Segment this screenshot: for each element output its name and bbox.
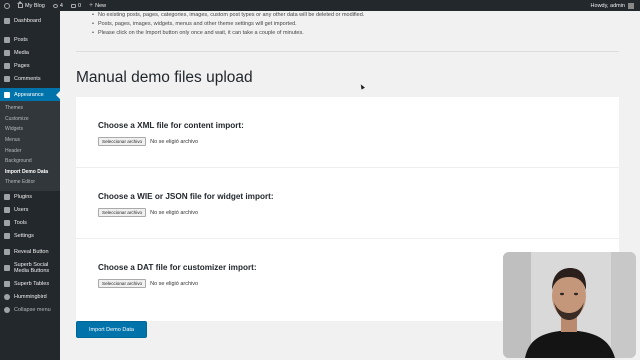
sidebar-item-settings[interactable]: Settings (0, 230, 60, 243)
admin-sidebar: Dashboard Posts Media Pages Comments App… (0, 11, 60, 360)
plus-icon: + (89, 2, 94, 9)
wordpress-logo-button[interactable] (0, 0, 14, 11)
sidebar-item-plugins[interactable]: Plugins (0, 191, 60, 204)
reveal-icon (4, 249, 10, 256)
submenu-item-themes[interactable]: Themes (0, 103, 60, 114)
comment-icon (70, 3, 76, 8)
sidebar-item-posts[interactable]: Posts (0, 33, 60, 46)
comments-icon (4, 75, 10, 82)
section-heading: Choose a DAT file for customizer import: (98, 263, 257, 272)
sidebar-item-superb-tables[interactable]: Superb Tables (0, 278, 60, 291)
hummingbird-icon (4, 294, 10, 301)
note-item: Please click on the Import button only o… (92, 29, 364, 38)
tables-icon (4, 281, 10, 288)
account-menu[interactable]: Howdy, admin (591, 0, 634, 11)
submenu-item-background[interactable]: Background (0, 156, 60, 167)
import-notes: No existing posts, pages, categories, im… (92, 11, 364, 38)
social-icon (4, 265, 10, 272)
page-title: Manual demo files upload (76, 69, 253, 86)
submenu-item-widgets[interactable]: Widgets (0, 124, 60, 135)
plugins-icon (4, 194, 10, 201)
updates-link[interactable]: 4 (49, 0, 67, 11)
section-heading: Choose a XML file for content import: (98, 121, 244, 130)
widget-import-section: Choose a WIE or JSON file for widget imp… (76, 168, 619, 239)
import-demo-data-button[interactable]: Import Demo Data (76, 321, 147, 338)
dashboard-icon (4, 17, 10, 24)
section-heading: Choose a WIE or JSON file for widget imp… (98, 192, 274, 201)
choose-file-button[interactable]: Seleccionar archivo (98, 279, 147, 288)
site-name-link[interactable]: My Blog (14, 0, 49, 11)
submenu-item-theme-editor[interactable]: Theme Editor (0, 177, 60, 188)
appearance-icon (4, 91, 10, 98)
greeting-text: Howdy, admin (590, 2, 625, 9)
content-file-input[interactable]: Seleccionar archivo No se eligió archivo (98, 137, 198, 146)
avatar (628, 2, 634, 9)
sidebar-item-appearance[interactable]: Appearance (0, 88, 60, 101)
file-status: No se eligió archivo (150, 209, 199, 216)
note-item: Posts, pages, images, widgets, menus and… (92, 20, 364, 29)
file-status: No se eligió archivo (150, 280, 199, 287)
sidebar-item-tools[interactable]: Tools (0, 217, 60, 230)
posts-icon (4, 36, 10, 43)
media-icon (4, 49, 10, 56)
submenu-item-customize[interactable]: Customize (0, 114, 60, 125)
new-content-link[interactable]: + New (85, 0, 110, 11)
submenu-item-menus[interactable]: Menus (0, 135, 60, 146)
users-icon (4, 207, 10, 214)
webcam-overlay (503, 252, 636, 358)
presenter-video (503, 252, 636, 358)
content-import-section: Choose a XML file for content import: Se… (76, 97, 619, 168)
choose-file-button[interactable]: Seleccionar archivo (98, 208, 147, 217)
tools-icon (4, 220, 10, 227)
comments-link[interactable]: 0 (67, 0, 85, 11)
sidebar-item-media[interactable]: Media (0, 46, 60, 59)
customizer-file-input[interactable]: Seleccionar archivo No se eligió archivo (98, 279, 198, 288)
sidebar-item-pages[interactable]: Pages (0, 59, 60, 72)
sidebar-item-dashboard[interactable]: Dashboard (0, 14, 60, 27)
divider (76, 51, 619, 52)
mouse-cursor-icon (359, 83, 365, 90)
file-status: No se eligió archivo (150, 138, 199, 145)
pages-icon (4, 62, 10, 69)
choose-file-button[interactable]: Seleccionar archivo (98, 137, 147, 146)
sidebar-item-superb-social[interactable]: Superb Social Media Buttons (0, 259, 60, 278)
settings-icon (4, 233, 10, 240)
updates-icon (52, 3, 58, 8)
submenu-item-header[interactable]: Header (0, 145, 60, 156)
admin-bar: My Blog 4 0 + New Howdy, admin (0, 0, 640, 11)
widget-file-input[interactable]: Seleccionar archivo No se eligió archivo (98, 208, 198, 217)
collapse-icon (4, 307, 10, 314)
appearance-submenu: Themes Customize Widgets Menus Header Ba… (0, 101, 60, 191)
note-item: No existing posts, pages, categories, im… (92, 11, 364, 20)
sidebar-item-reveal-button[interactable]: Reveal Button (0, 246, 60, 259)
home-icon (17, 1, 23, 8)
wordpress-icon (4, 2, 10, 9)
sidebar-item-comments[interactable]: Comments (0, 72, 60, 85)
sidebar-item-hummingbird[interactable]: Hummingbird (0, 291, 60, 304)
sidebar-item-users[interactable]: Users (0, 204, 60, 217)
submenu-item-import-demo-data[interactable]: Import Demo Data (0, 167, 60, 178)
collapse-menu-button[interactable]: Collapse menu (0, 304, 60, 317)
